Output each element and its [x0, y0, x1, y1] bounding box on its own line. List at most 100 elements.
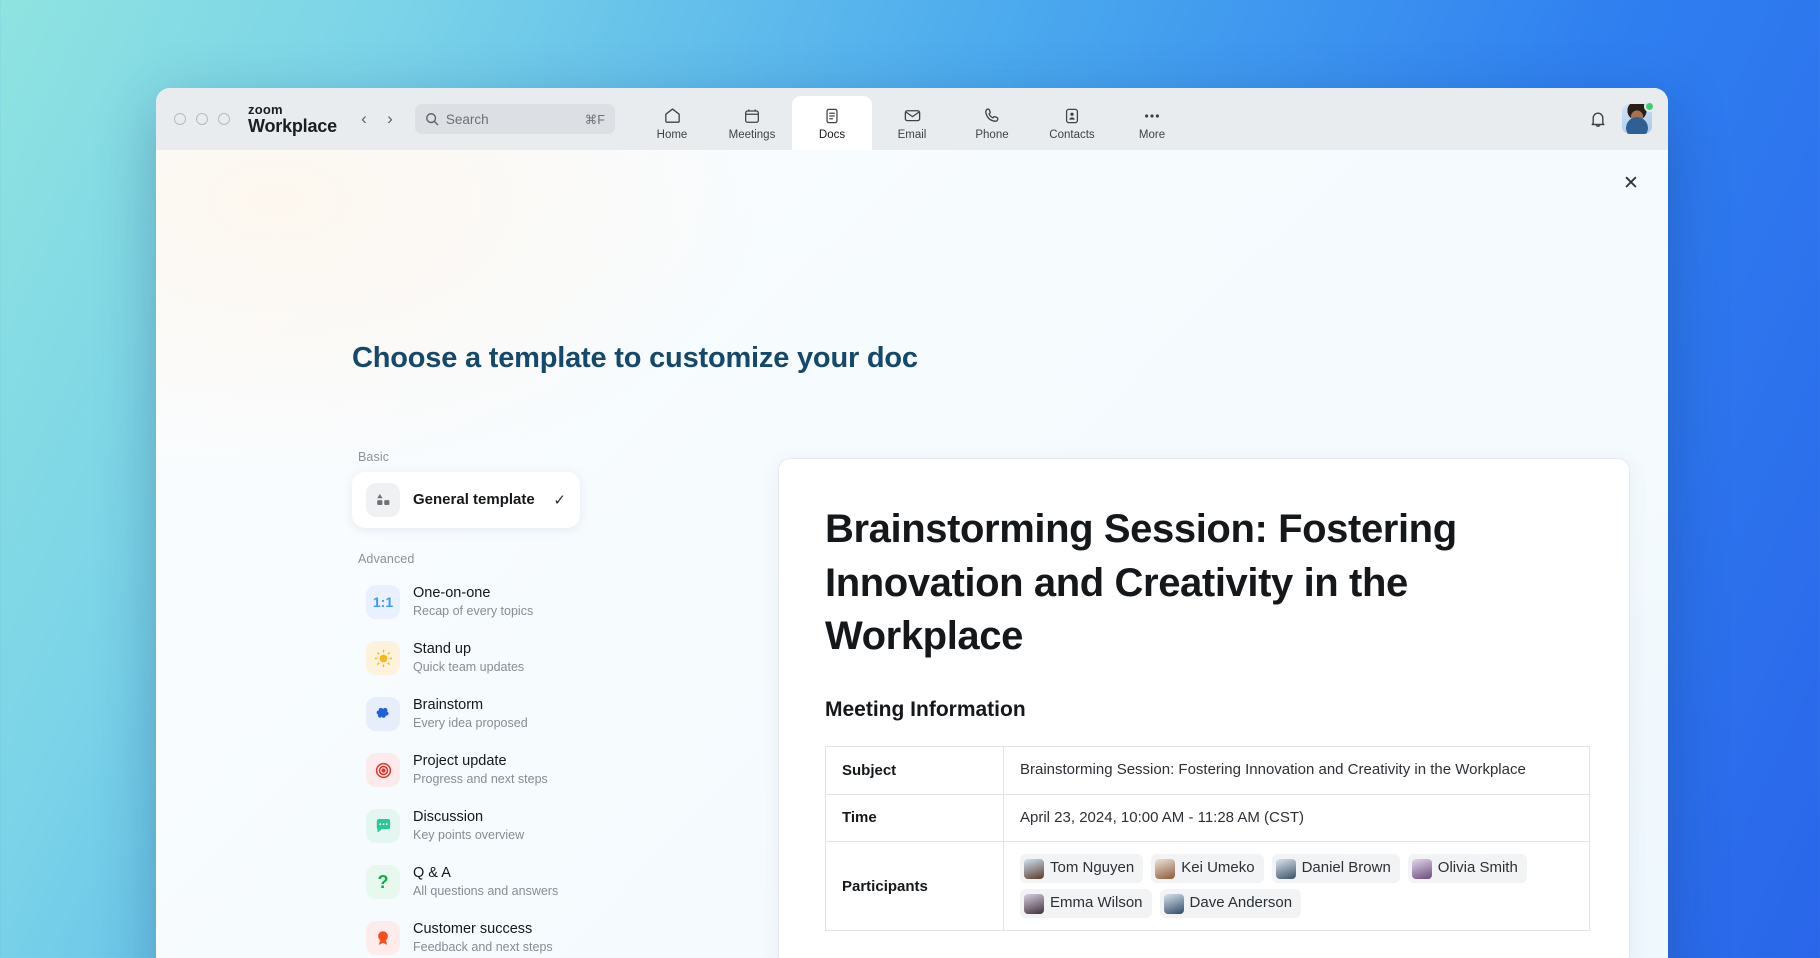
award-ribbon-icon	[366, 921, 400, 955]
participant-chip-list: Tom Nguyen Kei Umeko Daniel Brown	[1020, 854, 1573, 918]
tab-contacts-label: Contacts	[1049, 129, 1094, 141]
sidebar-item-label: Q & A	[413, 865, 451, 881]
tab-home-label: Home	[657, 129, 688, 141]
back-button[interactable]: ‹	[351, 106, 377, 132]
list-item: Daniel Brown	[1272, 854, 1400, 883]
sidebar-item-general-template[interactable]: General template ✓	[352, 472, 580, 528]
sidebar-item-discussion[interactable]: Discussion Key points overview	[352, 798, 582, 854]
avatar	[1276, 859, 1296, 879]
sidebar-item-text: Project update Progress and next steps	[413, 752, 568, 788]
title-bar: zoom Workplace ‹ › Search ⌘F Home	[156, 88, 1668, 150]
tab-email-label: Email	[898, 129, 927, 141]
section-label-basic: Basic	[358, 450, 582, 464]
check-icon: ✓	[553, 491, 566, 509]
participant-name: Tom Nguyen	[1050, 857, 1134, 880]
titlebar-right-group	[1588, 104, 1652, 134]
document-icon	[823, 105, 841, 126]
avatar	[1024, 894, 1044, 914]
zoom-workplace-logo: zoom Workplace	[248, 103, 337, 135]
list-item: Tom Nguyen	[1020, 854, 1143, 883]
table-row: Participants Tom Nguyen Kei Umeko	[826, 842, 1590, 931]
contacts-icon	[1063, 105, 1081, 126]
search-input[interactable]: Search ⌘F	[415, 104, 615, 134]
table-row: Subject Brainstorming Session: Fostering…	[826, 746, 1590, 794]
avatar[interactable]	[1622, 104, 1652, 134]
avatar	[1024, 859, 1044, 879]
list-item: Olivia Smith	[1408, 854, 1527, 883]
search-placeholder: Search	[446, 112, 578, 127]
close-icon[interactable]: ✕	[1616, 168, 1646, 198]
search-shortcut: ⌘F	[585, 112, 605, 127]
table-cell-value: April 23, 2024, 10:00 AM - 11:28 AM (CST…	[1004, 794, 1590, 842]
tab-contacts[interactable]: Contacts	[1032, 96, 1112, 150]
sidebar-item-q-and-a[interactable]: ? Q & A All questions and answers	[352, 854, 582, 910]
sidebar-item-desc: Key points overview	[413, 828, 524, 842]
window-controls[interactable]	[174, 113, 230, 125]
tab-phone[interactable]: Phone	[952, 96, 1032, 150]
sidebar-item-text: Customer success Feedback and next steps	[413, 920, 568, 956]
ellipsis-icon	[1142, 105, 1162, 126]
list-item: Dave Anderson	[1160, 889, 1302, 918]
tab-phone-label: Phone	[975, 129, 1008, 141]
table-cell-value: Brainstorming Session: Fostering Innovat…	[1004, 746, 1590, 794]
phone-icon	[983, 105, 1002, 126]
sidebar-item-text: One-on-one Recap of every topics	[413, 584, 568, 620]
sidebar-item-stand-up[interactable]: Stand up Quick team updates	[352, 630, 582, 686]
sidebar-item-label: Customer success	[413, 921, 532, 937]
sidebar-item-text: Stand up Quick team updates	[413, 640, 568, 676]
participant-name: Kei Umeko	[1181, 857, 1254, 880]
sidebar-item-text: Brainstorm Every idea proposed	[413, 696, 568, 732]
shapes-icon	[366, 483, 400, 517]
tab-docs[interactable]: Docs	[792, 96, 872, 150]
brand-workplace: Workplace	[248, 117, 337, 135]
sidebar-item-text: General template	[413, 491, 540, 510]
maximize-window-button[interactable]	[218, 113, 230, 125]
brain-icon	[366, 697, 400, 731]
target-icon	[366, 753, 400, 787]
sidebar-item-label: Project update	[413, 753, 507, 769]
sidebar-item-text: Discussion Key points overview	[413, 808, 568, 844]
sidebar-item-customer-success[interactable]: Customer success Feedback and next steps	[352, 910, 582, 958]
tab-home[interactable]: Home	[632, 96, 712, 150]
sidebar-item-brainstorm[interactable]: Brainstorm Every idea proposed	[352, 686, 582, 742]
table-cell-key: Subject	[826, 746, 1004, 794]
sidebar-item-text: Q & A All questions and answers	[413, 864, 568, 900]
participant-name: Dave Anderson	[1190, 892, 1293, 915]
bell-icon[interactable]	[1588, 109, 1608, 129]
template-sidebar: Basic General template ✓ Advanced 1:1 On…	[352, 450, 582, 958]
search-icon	[425, 112, 439, 126]
sidebar-item-desc: Recap of every topics	[413, 604, 533, 618]
meeting-information-table: Subject Brainstorming Session: Fostering…	[825, 746, 1590, 931]
sun-icon	[366, 641, 400, 675]
sidebar-item-label: One-on-one	[413, 585, 490, 601]
sidebar-item-label: Brainstorm	[413, 697, 483, 713]
table-cell-participants: Tom Nguyen Kei Umeko Daniel Brown	[1004, 842, 1590, 931]
avatar	[1164, 894, 1184, 914]
sidebar-item-one-on-one[interactable]: 1:1 One-on-one Recap of every topics	[352, 574, 582, 630]
forward-button[interactable]: ›	[377, 106, 403, 132]
table-cell-key: Time	[826, 794, 1004, 842]
tab-meetings[interactable]: Meetings	[712, 96, 792, 150]
tab-email[interactable]: Email	[872, 96, 952, 150]
sidebar-item-project-update[interactable]: Project update Progress and next steps	[352, 742, 582, 798]
avatar	[1412, 859, 1432, 879]
table-row: Time April 23, 2024, 10:00 AM - 11:28 AM…	[826, 794, 1590, 842]
envelope-icon	[903, 105, 922, 126]
sidebar-item-desc: Progress and next steps	[413, 772, 548, 786]
minimize-window-button[interactable]	[196, 113, 208, 125]
avatar	[1155, 859, 1175, 879]
one-on-one-icon: 1:1	[366, 585, 400, 619]
sidebar-item-desc: Every idea proposed	[413, 716, 528, 730]
close-window-button[interactable]	[174, 113, 186, 125]
sidebar-item-label: Discussion	[413, 809, 483, 825]
meeting-information-heading: Meeting Information	[825, 698, 1577, 722]
main-nav-tabs: Home Meetings Docs	[632, 88, 1192, 150]
participant-name: Emma Wilson	[1050, 892, 1143, 915]
sidebar-item-desc: Quick team updates	[413, 660, 524, 674]
sidebar-item-label: Stand up	[413, 641, 471, 657]
sidebar-item-label: General template	[413, 491, 535, 508]
document-title: Brainstorming Session: Fostering Innovat…	[825, 503, 1577, 664]
document-preview-card: Brainstorming Session: Fostering Innovat…	[778, 458, 1630, 958]
participant-name: Olivia Smith	[1438, 857, 1518, 880]
tab-more[interactable]: More	[1112, 96, 1192, 150]
